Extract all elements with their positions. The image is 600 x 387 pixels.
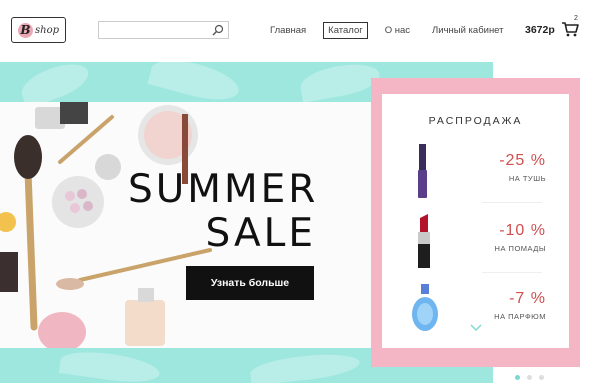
slider-dot[interactable] <box>539 375 544 380</box>
chevron-down-icon[interactable] <box>470 324 482 332</box>
nav-home[interactable]: Главная <box>265 22 311 39</box>
slider-dots <box>515 375 551 380</box>
perfume-icon <box>412 284 438 331</box>
banner-title-line2: SALE <box>205 211 316 256</box>
promo-caption: НА ПОМАДЫ <box>494 244 546 253</box>
logo-text: shop <box>35 24 59 36</box>
leaf-decoration <box>298 62 382 103</box>
mascara-icon <box>418 144 427 198</box>
lipstick-icon <box>418 214 430 268</box>
sale-card: РАСПРОДАЖА -25 % НА ТУШЬ -10 % НА ПОМАДЫ… <box>382 94 569 348</box>
leaf-decoration <box>147 62 243 108</box>
promo-discount: -7 % <box>509 290 546 307</box>
learn-more-button[interactable]: Узнать больше <box>186 266 314 300</box>
nav-catalog[interactable]: Каталог <box>323 22 368 39</box>
promo-item-mascara[interactable]: -25 % НА ТУШЬ <box>396 142 556 202</box>
search-box <box>98 21 229 41</box>
slider-dot[interactable] <box>515 375 520 380</box>
site-header: B shop Главная Каталог О нас Личный каби… <box>0 0 600 62</box>
promo-caption: НА ПАРФЮМ <box>494 312 546 321</box>
cart-total[interactable]: 3672р <box>525 24 555 36</box>
search-input[interactable] <box>99 24 207 41</box>
sale-card-title: РАСПРОДАЖА <box>428 115 523 127</box>
leaf-decoration <box>58 347 162 383</box>
divider <box>482 202 542 203</box>
promo-discount: -25 % <box>499 152 546 169</box>
leaf-decoration <box>249 350 361 383</box>
search-icon[interactable] <box>212 24 224 36</box>
logo-initial: B <box>18 22 33 38</box>
nav-about[interactable]: О нас <box>380 22 415 39</box>
slider-dot[interactable] <box>527 375 532 380</box>
logo[interactable]: B shop <box>11 17 66 43</box>
cart-icon[interactable] <box>561 20 579 38</box>
banner-title: SUMMER SALE <box>128 168 318 256</box>
promo-item-lipstick[interactable]: -10 % НА ПОМАДЫ <box>396 212 556 272</box>
main-nav: Главная Каталог О нас Личный кабинет <box>265 22 521 39</box>
promo-discount: -10 % <box>499 222 546 239</box>
cart-count-badge: 2 <box>574 15 578 22</box>
nav-account[interactable]: Личный кабинет <box>427 22 508 39</box>
divider <box>482 272 542 273</box>
banner-title-line1: SUMMER <box>128 167 319 212</box>
promo-caption: НА ТУШЬ <box>508 174 546 183</box>
